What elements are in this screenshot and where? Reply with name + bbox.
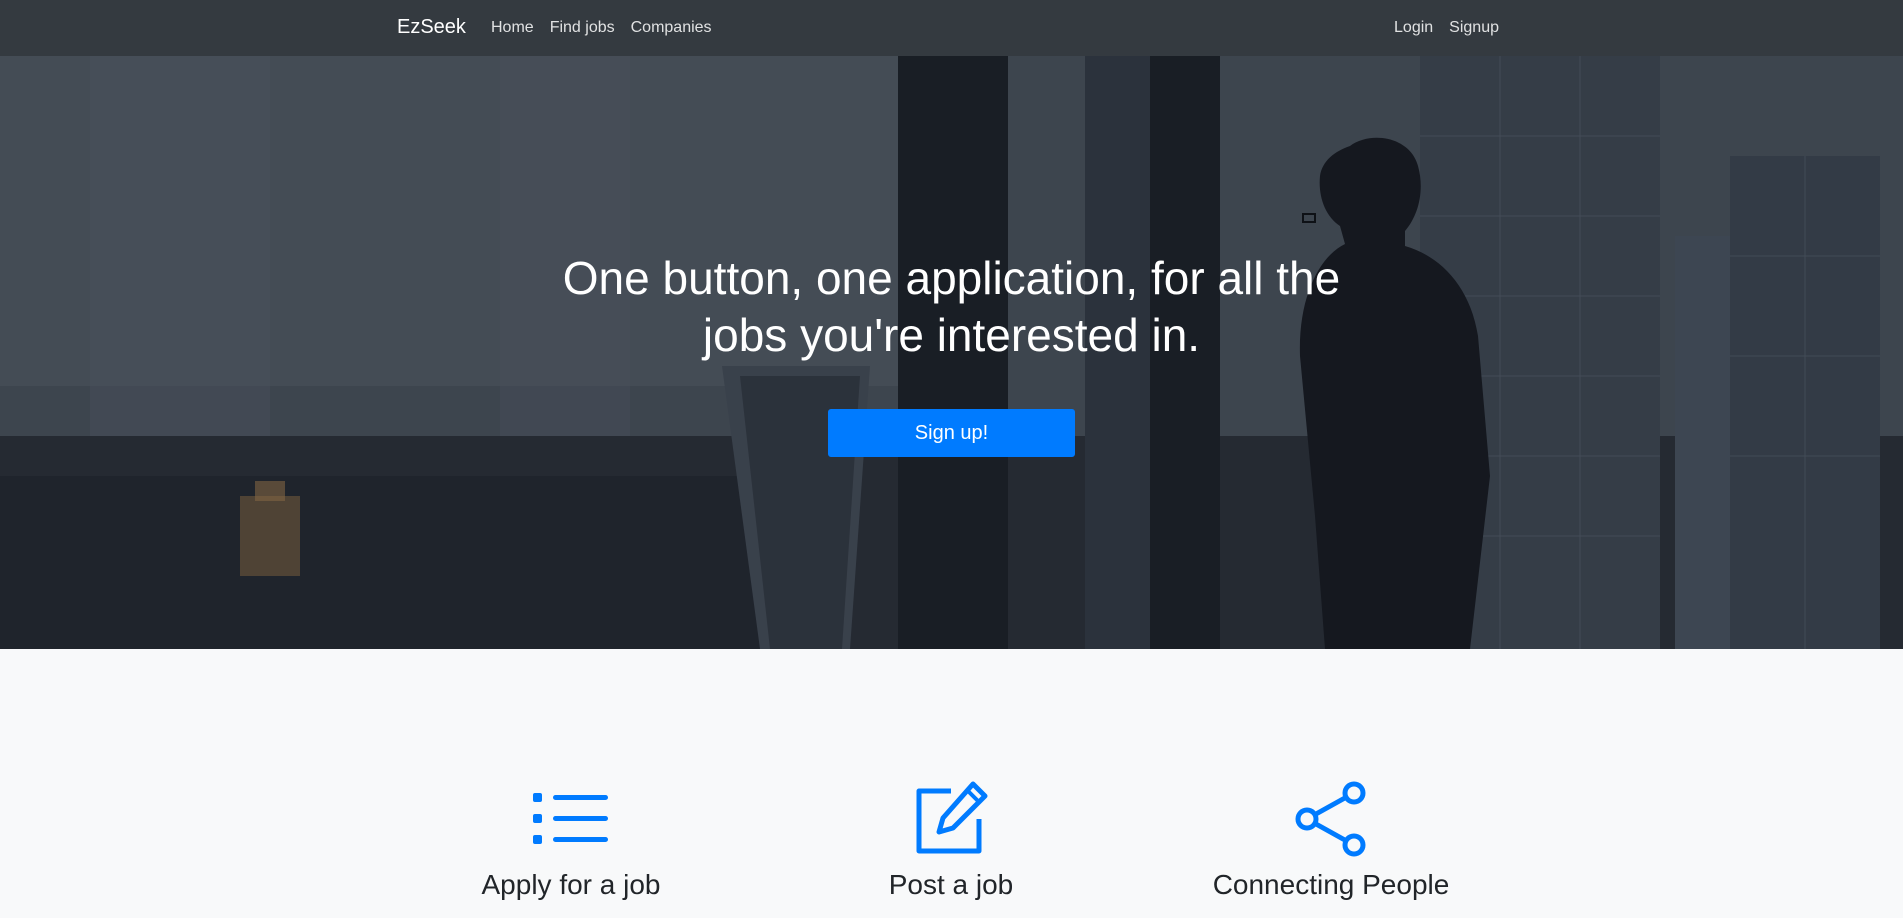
hero-heading-line-2: jobs you're interested in. <box>702 309 1201 361</box>
brand-logo[interactable]: EzSeek <box>397 16 466 39</box>
feature-post-title: Post a job <box>888 869 1014 900</box>
feature-connect: Connecting People <box>1141 779 1521 901</box>
feature-post: Post a job <box>761 779 1141 901</box>
share-icon <box>1295 781 1366 857</box>
hero-heading-line-1: One button, one application, for all the <box>562 252 1341 304</box>
features-section: Apply for a job Post a job Connecting Pe… <box>0 649 1903 918</box>
nav-link-signup[interactable]: Signup <box>1449 19 1499 37</box>
feature-apply: Apply for a job <box>381 779 761 901</box>
nav-link-companies[interactable]: Companies <box>631 19 712 37</box>
nav-link-login[interactable]: Login <box>1394 19 1433 37</box>
account-nav: Login Signup <box>1394 19 1499 37</box>
primary-nav: Home Find jobs Companies <box>491 19 712 37</box>
hero-signup-button[interactable]: Sign up! <box>828 409 1075 457</box>
nav-link-find-jobs[interactable]: Find jobs <box>550 19 615 37</box>
edit-icon <box>916 781 988 854</box>
top-navbar: EzSeek Home Find jobs Companies Login Si… <box>0 0 1903 56</box>
feature-connect-title: Connecting People <box>1212 869 1450 900</box>
list-icon <box>533 793 608 844</box>
hero-heading: One button, one application, for all the… <box>0 250 1903 364</box>
feature-apply-title: Apply for a job <box>481 869 661 900</box>
hero-section: One button, one application, for all the… <box>0 56 1903 649</box>
nav-link-home[interactable]: Home <box>491 19 534 37</box>
